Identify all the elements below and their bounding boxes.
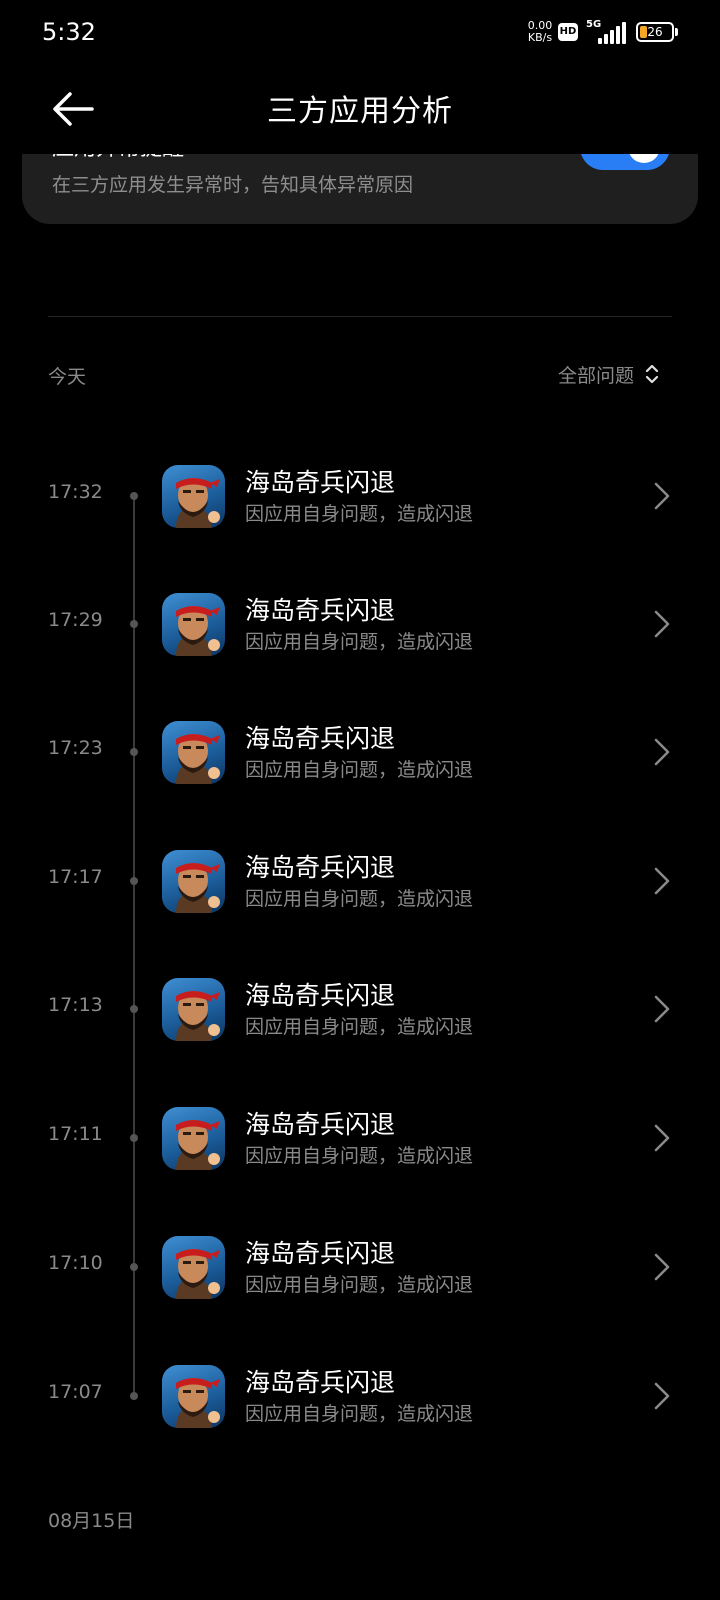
timeline-dot [130,1392,138,1400]
timeline-dot [130,748,138,756]
crash-record-row[interactable]: 17:17 海岛奇兵闪退 因应用自身问题，造成闪退 [0,826,720,936]
timeline-dot [130,1005,138,1013]
divider [48,316,672,317]
filter-label: 全部问题 [558,364,635,387]
hd-badge: HD [558,23,578,41]
boom-beach-app-icon [162,978,225,1041]
chevron-right-icon [654,867,670,895]
crash-record-row[interactable]: 17:23 海岛奇兵闪退 因应用自身问题，造成闪退 [0,697,720,807]
crash-reason: 因应用自身问题，造成闪退 [245,759,474,781]
app-name: 海岛奇兵闪退 [245,468,396,497]
chevron-right-icon [654,610,670,638]
signal-icon [598,22,626,44]
crash-record-row[interactable]: 17:29 海岛奇兵闪退 因应用自身问题，造成闪退 [0,569,720,679]
settings-card-viewport: 应用异常提醒 在三方应用发生异常时，告知具体异常原因 [0,154,720,234]
timeline-dot [130,620,138,628]
app-name: 海岛奇兵闪退 [245,1368,396,1397]
chevron-right-icon [654,1253,670,1281]
chevron-right-icon [654,1382,670,1410]
boom-beach-app-icon [162,850,225,913]
boom-beach-app-icon [162,1107,225,1170]
crash-record-row[interactable]: 17:32 海岛奇兵闪退 因应用自身问题，造成闪退 [0,441,720,551]
timeline-dot [130,877,138,885]
record-time: 17:13 [48,994,103,1016]
record-time: 17:17 [48,866,103,888]
crash-reason: 因应用自身问题，造成闪退 [245,888,474,910]
app-name: 海岛奇兵闪退 [245,596,396,625]
app-name: 海岛奇兵闪退 [245,853,396,882]
app-name: 海岛奇兵闪退 [245,1239,396,1268]
status-time: 5:32 [42,18,96,46]
record-time: 17:32 [48,481,103,503]
sort-updown-icon [645,364,659,384]
crash-reason: 因应用自身问题，造成闪退 [245,1403,474,1425]
app-name: 海岛奇兵闪退 [245,1110,396,1139]
page-title: 三方应用分析 [267,94,453,129]
anomaly-alert-toggle[interactable] [580,154,670,170]
timeline-dot [130,492,138,500]
app-name: 海岛奇兵闪退 [245,981,396,1010]
crash-record-row[interactable]: 17:13 海岛奇兵闪退 因应用自身问题，造成闪退 [0,954,720,1064]
section-header-date: 08月15日 [48,1510,135,1532]
crash-reason: 因应用自身问题，造成闪退 [245,1274,474,1296]
battery-icon: 26 [636,22,674,42]
chevron-right-icon [654,482,670,510]
crash-reason: 因应用自身问题，造成闪退 [245,1016,474,1038]
record-time: 17:11 [48,1123,103,1145]
record-time: 17:29 [48,609,103,631]
record-time: 17:23 [48,737,103,759]
crash-record-row[interactable]: 17:07 海岛奇兵闪退 因应用自身问题，造成闪退 [0,1341,720,1451]
crash-record-row[interactable]: 17:10 海岛奇兵闪退 因应用自身问题，造成闪退 [0,1212,720,1322]
card-description: 在三方应用发生异常时，告知具体异常原因 [52,174,414,196]
chevron-right-icon [654,995,670,1023]
timeline-dot [130,1263,138,1271]
crash-reason: 因应用自身问题，造成闪退 [245,503,474,525]
network-speed: 0.00 KB/s [524,20,556,44]
header: 三方应用分析 [0,64,720,154]
boom-beach-app-icon [162,465,225,528]
toggle-knob [628,154,660,163]
issue-filter-dropdown[interactable]: 全部问题 [558,360,660,388]
timeline-dot [130,1134,138,1142]
record-time: 17:10 [48,1252,103,1274]
status-bar: 5:32 0.00 KB/s HD 5G 26 [0,0,720,64]
chevron-right-icon [654,738,670,766]
settings-card: 应用异常提醒 在三方应用发生异常时，告知具体异常原因 [22,154,698,224]
battery-level: 26 [647,25,663,39]
boom-beach-app-icon [162,593,225,656]
network-speed-unit: KB/s [527,31,553,44]
app-name: 海岛奇兵闪退 [245,724,396,753]
boom-beach-app-icon [162,1365,225,1428]
battery-tip [675,28,678,36]
boom-beach-app-icon [162,721,225,784]
chevron-right-icon [654,1124,670,1152]
crash-reason: 因应用自身问题，造成闪退 [245,1145,474,1167]
crash-record-row[interactable]: 17:11 海岛奇兵闪退 因应用自身问题，造成闪退 [0,1083,720,1193]
boom-beach-app-icon [162,1236,225,1299]
record-time: 17:07 [48,1381,103,1403]
card-title: 应用异常提醒 [52,154,184,162]
section-header-today: 今天 [48,366,87,388]
crash-reason: 因应用自身问题，造成闪退 [245,631,474,653]
